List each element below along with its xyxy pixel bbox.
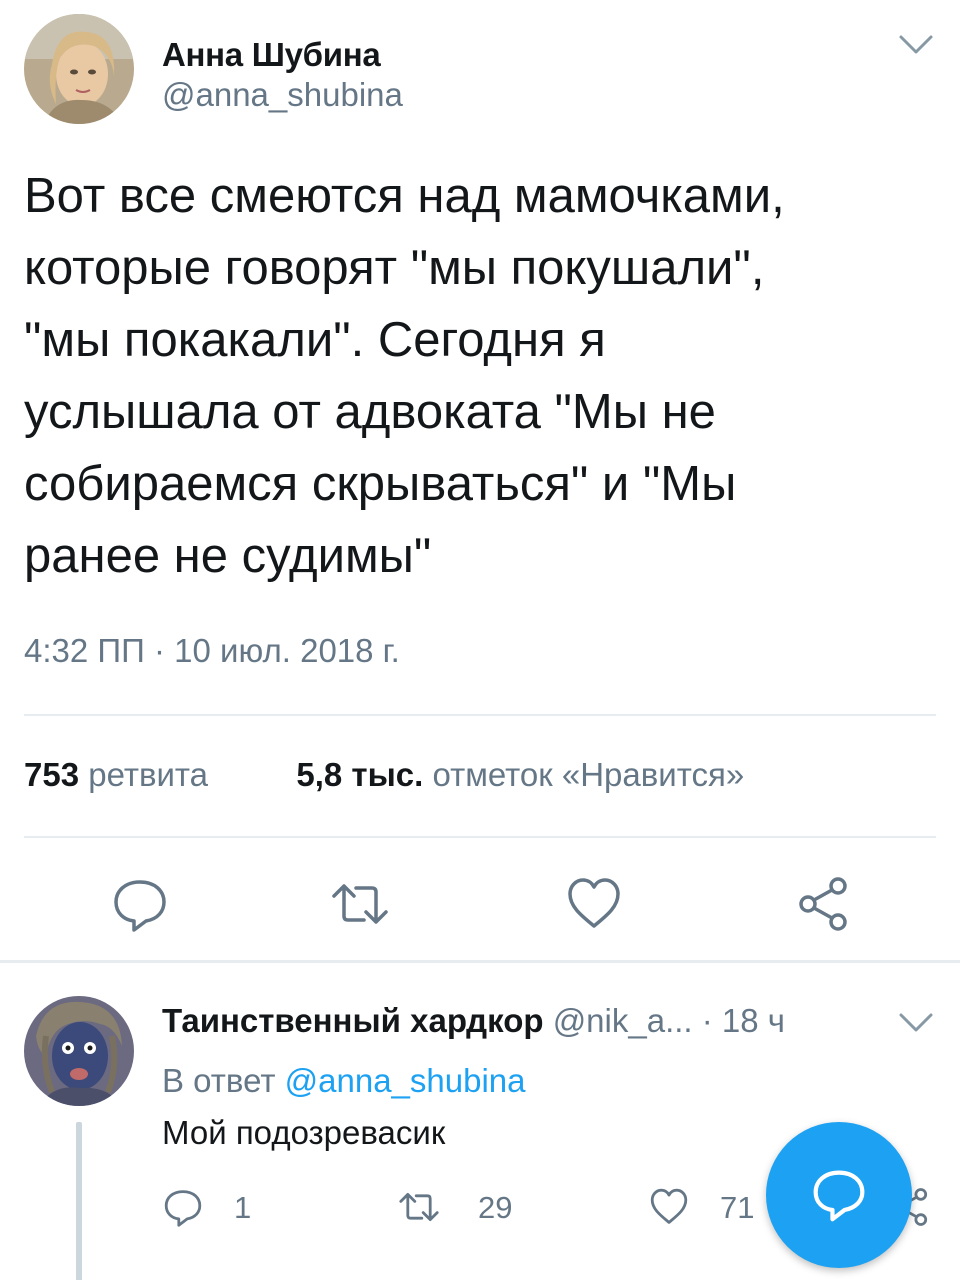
tweet-text-line: услышала от адвоката "Мы не (24, 385, 716, 439)
tweet-text-line: которые говорят "мы покушали", (24, 241, 765, 295)
reply-reply-count: 1 (234, 1190, 252, 1225)
share-icon[interactable] (794, 874, 854, 934)
like-count[interactable]: 5,8 тыс. (296, 756, 423, 793)
retweet-count[interactable]: 753 (24, 756, 79, 793)
reply-icon (164, 1190, 202, 1227)
reply-retweet-button[interactable]: 29 (398, 1182, 538, 1232)
reply-reply-button[interactable]: 1 (162, 1182, 282, 1232)
author-handle[interactable]: @anna_shubina (162, 76, 403, 114)
tweet-header: Анна Шубина @anna_shubina (24, 14, 936, 124)
like-label[interactable]: отметок «Нравится» (432, 756, 744, 793)
reply-header: Таинственный хардкор @nik_a... · 18 ч (162, 1002, 785, 1040)
tweet-text-line: ранее не судимы" (24, 529, 432, 583)
compose-reply-button[interactable] (766, 1122, 912, 1268)
divider (24, 714, 936, 716)
compose-reply-icon (813, 1170, 865, 1222)
reply-like-count: 71 (720, 1190, 755, 1225)
tweet-stats: 753 ретвита 5,8 тыс. отметок «Нравится» (24, 756, 744, 794)
section-divider (0, 960, 960, 963)
retweet-icon[interactable] (330, 874, 390, 934)
reply-retweet-count: 29 (478, 1190, 513, 1225)
reply-icon[interactable] (110, 874, 170, 934)
tweet-text: Вот все смеются над мамочками, которые г… (24, 160, 936, 592)
tweet-text-line: собираемся скрываться" и "Мы (24, 457, 737, 511)
reply-text: Мой подозревасик (162, 1114, 446, 1151)
reply-to-mention[interactable]: @anna_shubina (285, 1062, 526, 1099)
reply-author-handle[interactable]: @nik_a... (553, 1002, 693, 1039)
retweet-icon (399, 1193, 439, 1221)
reply-to-line: В ответ @anna_shubina (162, 1062, 526, 1100)
reply-to-label: В ответ (162, 1062, 276, 1099)
tweet-text-line: "мы покакали". Сегодня я (24, 313, 606, 367)
tweet-text-line: Вот все смеются над мамочками, (24, 169, 785, 223)
reply-author-name[interactable]: Таинственный хардкор (162, 1002, 544, 1039)
heart-icon (650, 1188, 688, 1224)
divider (24, 836, 936, 838)
reply-time: · 18 ч (701, 1002, 785, 1039)
retweet-label[interactable]: ретвита (88, 756, 208, 793)
heart-icon[interactable] (564, 874, 624, 934)
chevron-down-icon[interactable] (898, 34, 934, 56)
chevron-down-icon[interactable] (898, 1012, 934, 1034)
author-avatar[interactable] (24, 14, 134, 124)
tweet-action-bar (0, 874, 960, 934)
author-name[interactable]: Анна Шубина (162, 36, 381, 74)
thread-line (76, 1122, 82, 1280)
reply-author-avatar[interactable] (24, 996, 134, 1106)
tweet-timestamp: 4:32 ПП · 10 июл. 2018 г. (24, 632, 400, 669)
